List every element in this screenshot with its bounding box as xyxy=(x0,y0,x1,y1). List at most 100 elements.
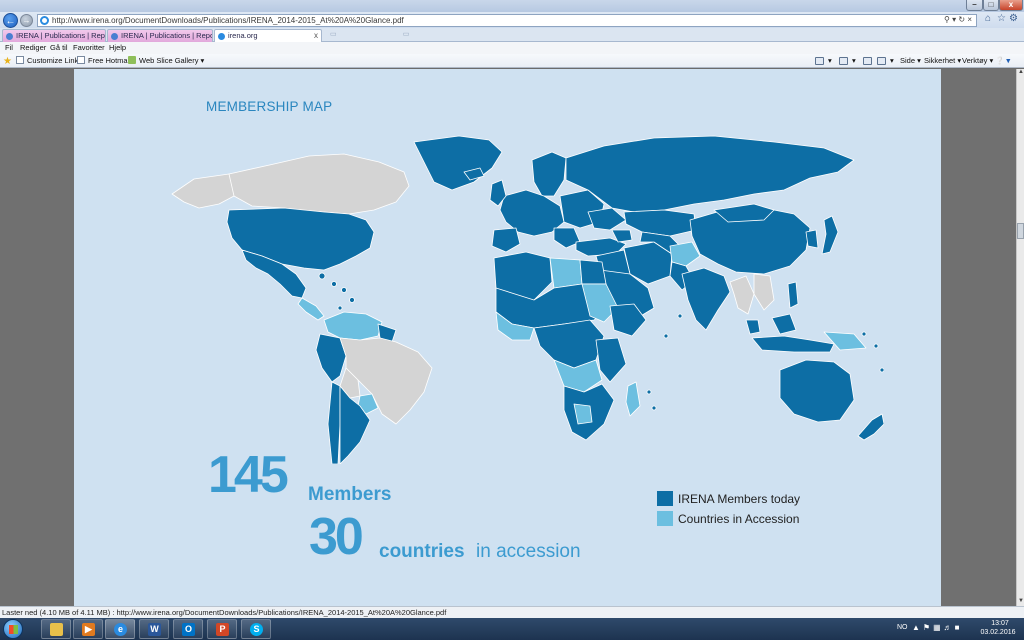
map-region-colombia-venezuela xyxy=(323,311,383,341)
legend-swatch-members xyxy=(657,491,673,506)
scroll-thumb[interactable] xyxy=(1017,223,1024,239)
close-tab-icon[interactable]: x xyxy=(314,30,318,42)
map-region-greenland xyxy=(413,135,503,191)
favorite-label: Free Hotmail xyxy=(88,56,131,65)
taskbar-powerpoint[interactable]: P xyxy=(207,619,237,639)
search-icon[interactable]: ⚲ xyxy=(944,15,950,24)
favorite-free-hotmail[interactable]: Free Hotmail xyxy=(77,56,131,65)
tab-irena-org[interactable]: irena.org x xyxy=(214,29,322,42)
menu-hjelp[interactable]: Hjelp xyxy=(109,43,126,52)
page-favicon-icon xyxy=(40,16,49,25)
tab-label: IRENA | Publications | Reports ... xyxy=(121,31,212,40)
menu-favoritter[interactable]: Favoritter xyxy=(73,43,105,52)
print-icon[interactable] xyxy=(877,57,886,65)
taskbar-outlook[interactable]: O xyxy=(173,619,203,639)
legend-swatch-accession xyxy=(657,511,673,526)
tab-irena-publications-2[interactable]: IRENA | Publications | Reports ... xyxy=(107,29,213,42)
forward-button[interactable]: → xyxy=(20,14,33,27)
map-region-alaska xyxy=(171,173,235,209)
print-dropdown-icon[interactable]: ▾ xyxy=(890,56,894,65)
star-icon[interactable]: ☆ xyxy=(997,13,1006,24)
menu-ga-til[interactable]: Gå til xyxy=(50,43,68,52)
address-url[interactable]: http://www.irena.org/DocumentDownloads/P… xyxy=(52,16,404,25)
map-region-indonesia xyxy=(751,335,835,353)
menu-bar: Fil Rediger Gå til Favoritter Hjelp xyxy=(0,42,1024,54)
favorites-star-icon[interactable]: ★ xyxy=(3,56,12,67)
taskbar-skype[interactable]: S xyxy=(241,619,271,639)
system-tray[interactable]: ▲⚑▦♬■ xyxy=(912,623,963,632)
home-dropdown-icon[interactable]: ▾ xyxy=(828,56,832,65)
favorite-label: Web Slice Gallery xyxy=(139,56,199,65)
taskbar-internet-explorer[interactable]: e xyxy=(105,619,135,639)
explorer-icon xyxy=(50,623,63,636)
favorite-customize-links[interactable]: Customize Links xyxy=(16,56,82,65)
tab-irena-publications-1[interactable]: IRENA | Publications | Reports ... xyxy=(2,29,106,42)
volume-icon[interactable]: ♬ xyxy=(944,623,955,632)
close-window-button[interactable]: x xyxy=(999,0,1023,11)
map-region-ukraine xyxy=(587,207,627,231)
maximize-button[interactable]: □ xyxy=(983,0,999,11)
map-region-malaysia xyxy=(745,319,761,335)
map-region-chile xyxy=(327,381,341,464)
home-icon[interactable]: ⌂ xyxy=(985,13,991,24)
map-region-myanmar-thailand xyxy=(729,275,755,315)
menu-verktoy[interactable]: Verktøy ▾ xyxy=(962,56,993,65)
home-page-icon[interactable] xyxy=(815,57,824,65)
back-arrow-icon: ← xyxy=(5,16,16,27)
close-icon[interactable]: × xyxy=(967,15,972,24)
menu-sikkerhet[interactable]: Sikkerhet ▾ xyxy=(924,56,961,65)
network-icon[interactable]: ▦ xyxy=(933,623,944,632)
taskbar: ▶ e W O P S NO ▲⚑▦♬■ 13:07 03.02.2016 xyxy=(0,618,1024,640)
ie-favicon-icon xyxy=(218,33,225,40)
gear-icon[interactable]: ⚙ xyxy=(1009,13,1018,24)
scroll-down-arrow-icon[interactable]: ▼ xyxy=(1017,598,1024,606)
page-icon xyxy=(77,56,85,64)
map-region-egypt xyxy=(579,259,607,285)
taskbar-media-player[interactable]: ▶ xyxy=(73,619,103,639)
tab-label: irena.org xyxy=(228,31,258,40)
start-button[interactable] xyxy=(3,619,23,639)
word-icon: W xyxy=(148,623,161,636)
help-icon[interactable]: ❔ ▾ xyxy=(995,56,1010,65)
media-player-icon: ▶ xyxy=(82,623,95,636)
back-button[interactable]: ← xyxy=(3,13,18,28)
taskbar-word[interactable]: W xyxy=(139,619,169,639)
accession-label-bold: countries xyxy=(379,541,465,562)
minimize-button[interactable]: – xyxy=(966,0,983,11)
map-region-japan xyxy=(821,215,839,255)
address-bar[interactable]: http://www.irena.org/DocumentDownloads/P… xyxy=(37,14,977,27)
dropdown-icon[interactable]: ▾ xyxy=(952,15,956,24)
menu-rediger[interactable]: Rediger xyxy=(20,43,46,52)
vertical-scrollbar[interactable]: ▲ ▼ xyxy=(1016,69,1024,606)
language-indicator[interactable]: NO xyxy=(897,624,908,631)
new-tab-area[interactable]: ▭ ▭ xyxy=(330,30,409,38)
scroll-up-arrow-icon[interactable]: ▲ xyxy=(1017,69,1024,77)
lock-icon[interactable]: ■ xyxy=(955,623,963,632)
outlook-icon: O xyxy=(182,623,195,636)
web-slice-icon xyxy=(128,56,136,64)
map-region-philippines xyxy=(787,281,799,309)
windows-logo-icon xyxy=(9,625,18,634)
map-region-madagascar xyxy=(625,381,641,417)
map-region-australia xyxy=(779,359,855,423)
forward-arrow-icon: → xyxy=(22,16,31,25)
clock-time[interactable]: 13:07 xyxy=(985,620,1015,627)
mail-icon[interactable] xyxy=(863,57,872,65)
navigation-bar: ← → http://www.irena.org/DocumentDownloa… xyxy=(0,12,1024,28)
page-icon xyxy=(16,56,24,64)
tray-expand-icon[interactable]: ▲ xyxy=(912,623,923,632)
favorite-web-slice-gallery[interactable]: Web Slice Gallery ▾ xyxy=(128,56,204,65)
menu-fil[interactable]: Fil xyxy=(5,43,13,52)
feeds-icon[interactable] xyxy=(839,57,848,65)
members-count: 145 xyxy=(208,446,289,504)
refresh-icon[interactable]: ↻ xyxy=(958,15,965,24)
feeds-dropdown-icon[interactable]: ▾ xyxy=(852,56,856,65)
favorite-label: Customize Links xyxy=(27,56,83,65)
tray-flag-icon[interactable]: ⚑ xyxy=(923,623,933,632)
world-map xyxy=(171,135,884,464)
taskbar-explorer[interactable] xyxy=(41,619,71,639)
map-region-central-america xyxy=(297,297,325,321)
clock-date[interactable]: 03.02.2016 xyxy=(978,629,1018,636)
map-region-new-zealand xyxy=(857,413,884,441)
menu-side[interactable]: Side ▾ xyxy=(900,56,921,65)
